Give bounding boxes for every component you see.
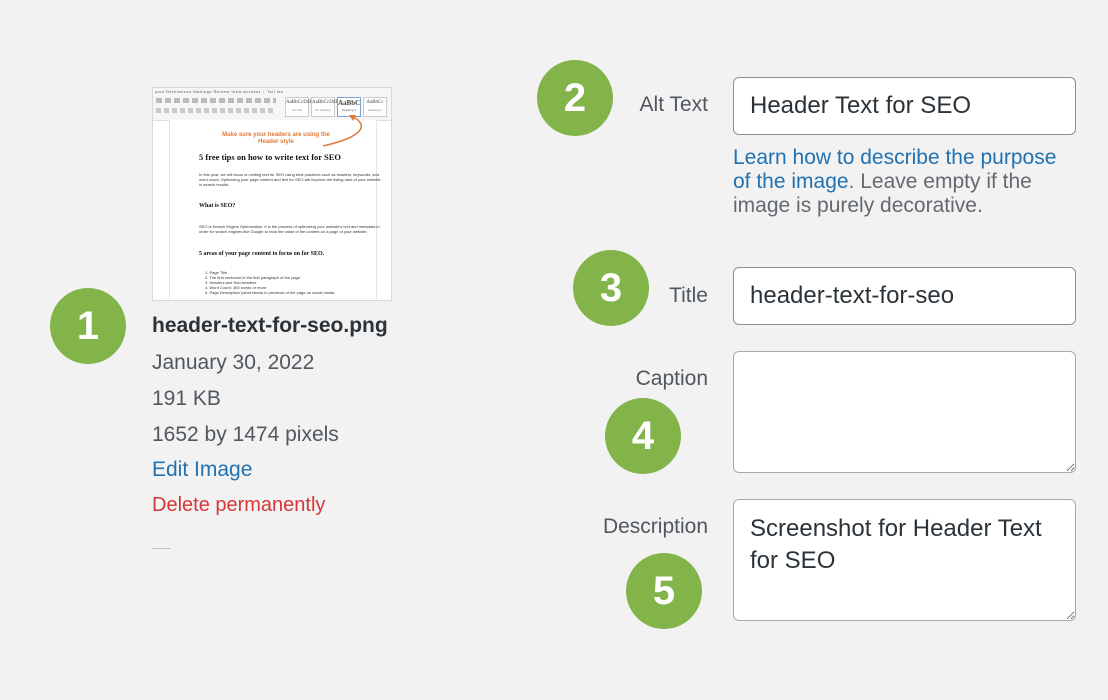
thumbnail-list: 1. Page Title 2. The first sentence in t… xyxy=(205,270,385,295)
thumbnail-section2-title: 5 areas of your page content to focus on… xyxy=(199,251,325,257)
alt-text-input[interactable] xyxy=(733,77,1076,135)
badge-3: 3 xyxy=(573,250,649,326)
caption-textarea[interactable] xyxy=(733,351,1076,473)
caption-label: Caption xyxy=(635,367,708,390)
badge-1: 1 xyxy=(50,288,126,364)
title-label: Title xyxy=(669,284,708,307)
badge-4: 4 xyxy=(605,398,681,474)
thumbnail-section1-text: SEO is Search Engine Optimization. It is… xyxy=(199,224,380,234)
thumbnail-section1-title: What is SEO? xyxy=(199,203,236,209)
attachment-filesize: 191 KB xyxy=(152,387,221,410)
attachment-filename: header-text-for-seo.png xyxy=(152,314,388,337)
attachment-thumbnail[interactable]: yout References Mailings Review View Acr… xyxy=(152,87,392,301)
badge-5: 5 xyxy=(626,553,702,629)
annotation-arrow-icon xyxy=(322,115,362,147)
attachment-dimensions: 1652 by 1474 pixels xyxy=(152,423,339,446)
delete-permanently-link[interactable]: Delete permanently xyxy=(152,494,325,517)
divider xyxy=(152,548,171,549)
description-textarea[interactable]: Screenshot for Header Text for SEO xyxy=(733,499,1076,621)
thumbnail-intro: In this post, we will focus on writing t… xyxy=(199,172,381,187)
description-label: Description xyxy=(602,515,708,538)
attachment-date: January 30, 2022 xyxy=(152,351,315,374)
alt-text-help: Learn how to describe the purpose of the… xyxy=(733,146,1078,218)
title-input[interactable] xyxy=(733,267,1076,325)
alt-text-label: Alt Text xyxy=(639,93,708,116)
thumbnail-heading: 5 free tips on how to write text for SEO xyxy=(199,152,342,162)
badge-2: 2 xyxy=(537,60,613,136)
thumbnail-list-item: 5. Page Description (what shows in previ… xyxy=(205,290,335,295)
edit-image-link[interactable]: Edit Image xyxy=(152,458,252,482)
